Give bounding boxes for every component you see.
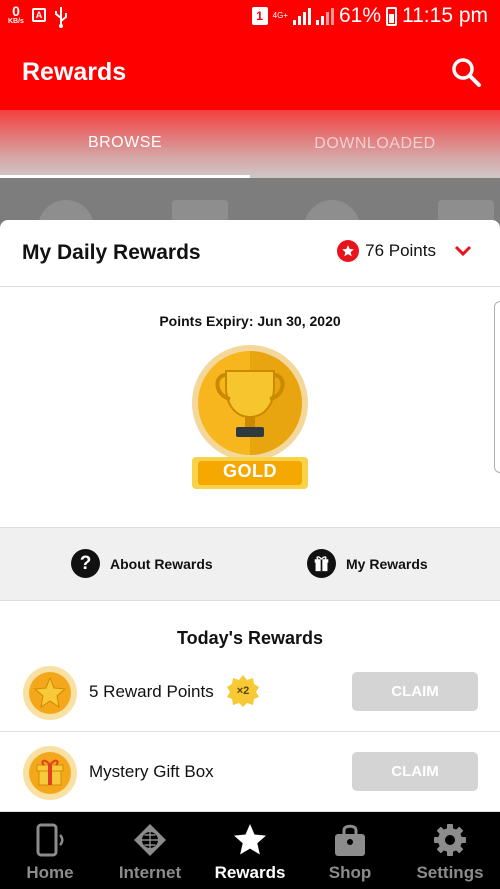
signal-icon-2 [315, 7, 334, 25]
gift-icon [307, 549, 336, 578]
nav-settings[interactable]: Settings [400, 812, 500, 889]
battery-percent: 61% [338, 4, 381, 27]
points-expiry: Points Expiry: Jun 30, 2020 [159, 313, 341, 329]
points-dropdown[interactable]: 76 Points [337, 240, 472, 262]
reward-item: Mystery Gift Box CLAIM [0, 732, 500, 812]
clock: 11:15 pm [402, 4, 488, 27]
tab-bar: BROWSE DOWNLOADED [0, 110, 500, 178]
nav-shop[interactable]: Shop [300, 812, 400, 889]
usb-icon [54, 7, 67, 28]
nav-home[interactable]: Home [0, 812, 100, 889]
points-count: 76 Points [365, 241, 436, 260]
tier-label: GOLD [223, 461, 277, 481]
app-bar: Rewards [0, 34, 500, 110]
network-type: 4G+ [272, 11, 288, 20]
tier-section: Points Expiry: Jun 30, 2020 GOLD [0, 287, 500, 527]
notification-icon: A [31, 8, 46, 22]
tab-browse[interactable]: BROWSE [0, 110, 250, 178]
my-rewards-link[interactable]: My Rewards [307, 549, 428, 578]
panel-title: My Daily Rewards [22, 241, 201, 264]
globe-icon [134, 824, 166, 856]
scroll-handle[interactable] [494, 301, 500, 473]
claim-button[interactable]: CLAIM [352, 752, 478, 791]
search-icon[interactable] [450, 56, 482, 88]
nav-rewards[interactable]: Rewards [200, 812, 300, 889]
star-coin-icon [23, 666, 77, 720]
reward-label: Mystery Gift Box [89, 762, 214, 781]
tab-downloaded[interactable]: DOWNLOADED [250, 110, 500, 178]
rewards-links: ? About Rewards My Rewards [0, 527, 500, 601]
status-bar: 0 KB/s A 1 4G+ 61% 11:15 pm [0, 0, 500, 34]
phone-icon [36, 823, 64, 857]
todays-rewards-heading: Today's Rewards [177, 628, 323, 648]
chevron-down-icon[interactable] [454, 245, 472, 257]
panel-header: My Daily Rewards 76 Points [0, 220, 500, 287]
claim-button[interactable]: CLAIM [352, 672, 478, 711]
bottom-nav: Home Internet Rewards Shop Settings [0, 812, 500, 889]
network-speed: 0 KB/s [8, 3, 24, 25]
reward-label: 5 Reward Points [89, 682, 214, 701]
signal-icon [292, 7, 311, 25]
battery-icon [386, 6, 397, 26]
daily-rewards-panel: My Daily Rewards 76 Points Points Expiry… [0, 220, 500, 812]
shopping-bag-icon [335, 824, 365, 856]
page-title: Rewards [22, 58, 127, 86]
gold-tier-medal: GOLD [190, 343, 310, 493]
question-icon: ? [71, 549, 100, 578]
about-rewards-link[interactable]: ? About Rewards [71, 549, 213, 578]
reward-item: 5 Reward Points ×2 CLAIM [0, 652, 500, 732]
star-badge-icon [337, 240, 360, 262]
my-rewards-label: My Rewards [346, 555, 428, 572]
about-rewards-label: About Rewards [110, 555, 213, 572]
nav-internet[interactable]: Internet [100, 812, 200, 889]
multiplier-badge: ×2 [226, 674, 260, 708]
star-icon [234, 824, 266, 855]
gear-icon [434, 824, 466, 856]
gift-coin-icon [23, 746, 77, 800]
sim-slot-badge: 1 [251, 7, 268, 25]
